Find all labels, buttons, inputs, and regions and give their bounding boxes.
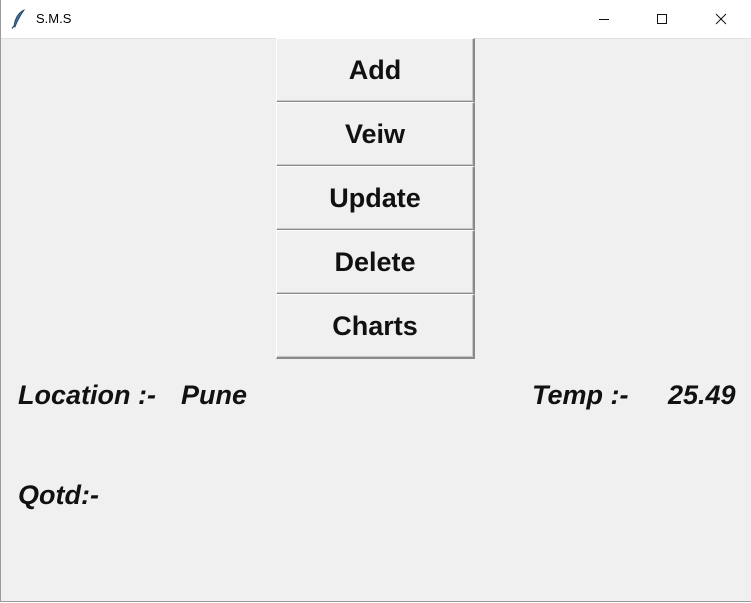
view-button[interactable]: Veiw	[276, 102, 475, 167]
quote-of-the-day-label: Qotd:-	[18, 480, 99, 510]
temperature-label: Temp :-	[532, 380, 629, 410]
title-bar[interactable]: S.M.S	[1, 0, 751, 39]
main-panel: Add Veiw Update Delete Charts Location :…	[1, 38, 751, 601]
charts-button[interactable]: Charts	[276, 294, 475, 359]
close-button[interactable]	[691, 0, 751, 38]
delete-button[interactable]: Delete	[276, 230, 475, 295]
temperature-value: 25.49	[668, 380, 736, 410]
window-title: S.M.S	[36, 11, 72, 26]
location-value: Pune	[181, 380, 248, 410]
add-button[interactable]: Add	[276, 38, 475, 103]
minimize-button[interactable]	[575, 0, 633, 38]
close-icon	[715, 13, 727, 25]
app-window: S.M.S Add Veiw Update Delete Charts Loca…	[0, 0, 751, 602]
update-button[interactable]: Update	[276, 166, 475, 231]
feather-icon	[11, 8, 27, 29]
minimize-icon	[598, 13, 610, 25]
maximize-icon	[656, 13, 668, 25]
maximize-button[interactable]	[633, 0, 691, 38]
location-label: Location :-	[18, 380, 156, 410]
